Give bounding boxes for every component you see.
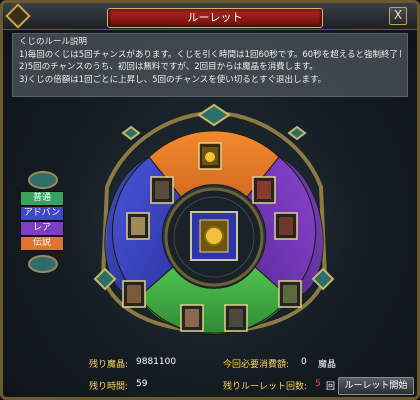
cost-value: 0 xyxy=(301,357,307,367)
rules-panel: くじのルール説明 1)毎回のくじは5回チャンスがあります。くじを引く時間は1回6… xyxy=(12,33,408,97)
archer-icon xyxy=(127,285,141,303)
monk-icon xyxy=(185,309,199,327)
close-button[interactable]: X xyxy=(389,7,407,25)
start-roulette-button[interactable]: ルーレット開始 xyxy=(338,377,414,395)
slot-mid-left[interactable] xyxy=(126,212,150,240)
remaining-spins-label: 残りルーレット回数: xyxy=(223,382,308,392)
gold-coin-icon xyxy=(204,226,224,246)
slot-top-center[interactable] xyxy=(198,142,222,170)
dark-armor-helmet-icon xyxy=(155,181,169,199)
roulette-wheel xyxy=(14,99,414,359)
rules-line-3: 3)くじの倍額は1回ごとに上昇し、5回のチャンスを使い切るとすぐ退出します。 xyxy=(19,74,327,85)
slot-bottom-left[interactable] xyxy=(180,304,204,332)
rarity-legend: 普通 アドバンス レア 伝説 xyxy=(20,171,64,279)
red-hair-warrior-icon xyxy=(257,181,271,199)
legend-item-rare: レア xyxy=(20,221,64,236)
stats-panel: 残り魔晶: 9881100 残り時間: 59 今回必要消費額: 0 魔晶 残りル… xyxy=(3,353,417,397)
rules-line-2: 2)5回のチャンスのうち、初回は無料ですが、2回目からは魔晶を消費します。 xyxy=(19,62,318,72)
title-bar: ルーレット X xyxy=(3,3,417,30)
slot-upper-left[interactable] xyxy=(150,176,174,204)
legend-top-ornament-icon xyxy=(28,171,58,189)
blonde-fighter-icon xyxy=(131,217,145,235)
window-title: ルーレット xyxy=(107,8,323,28)
slot-bottom-right[interactable] xyxy=(224,304,248,332)
remaining-mana-label: 残り魔晶: xyxy=(89,360,129,370)
cost-unit: 魔晶 xyxy=(318,360,337,370)
slot-lower-left[interactable] xyxy=(122,280,146,308)
legend-bottom-ornament-icon xyxy=(28,255,58,273)
rules-line-1: 1)毎回のくじは5回チャンスがあります。くじを引く時間は1回60秒です。60秒を… xyxy=(19,49,401,60)
green-robed-mage-icon xyxy=(283,285,297,303)
corner-ornament-icon xyxy=(5,3,31,29)
remaining-spins-value: 5 xyxy=(315,379,321,389)
remaining-spins-unit: 回 xyxy=(326,382,336,392)
legend-item-legend: 伝説 xyxy=(20,236,64,251)
rules-heading: くじのルール説明 xyxy=(19,37,88,47)
remaining-mana-value: 9881100 xyxy=(136,357,177,367)
dark-knight-icon xyxy=(229,309,243,327)
legend-item-normal: 普通 xyxy=(20,191,64,206)
legend-item-advance: アドバンス xyxy=(20,206,64,231)
remaining-time-label: 残り時間: xyxy=(89,382,129,392)
hooded-figure-icon xyxy=(279,217,293,235)
slot-lower-right[interactable] xyxy=(278,280,302,308)
roulette-window: ルーレット X くじのルール説明 1)毎回のくじは5回チャンスがあります。くじを… xyxy=(0,0,420,400)
slot-mid-right[interactable] xyxy=(274,212,298,240)
cost-label: 今回必要消費額: xyxy=(223,360,290,370)
slot-upper-right[interactable] xyxy=(252,176,276,204)
remaining-time-value: 59 xyxy=(136,379,148,389)
